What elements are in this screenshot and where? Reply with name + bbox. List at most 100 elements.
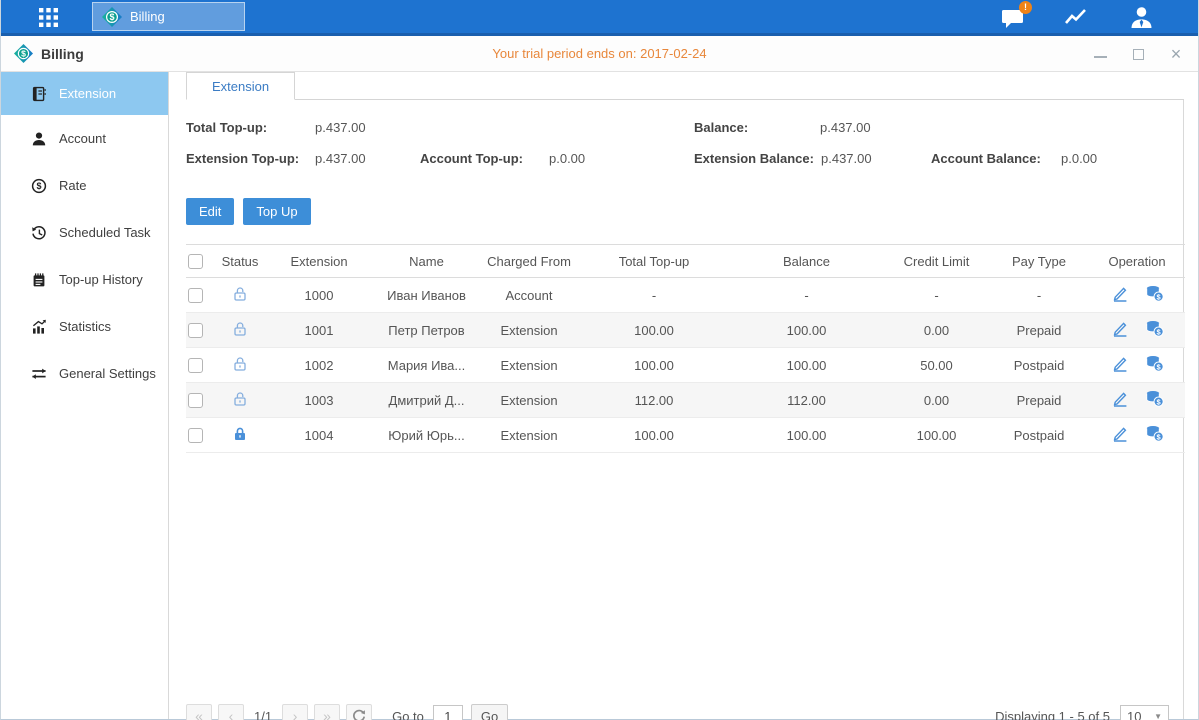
- edit-row-icon[interactable]: [1111, 391, 1129, 410]
- edit-row-icon[interactable]: [1111, 426, 1129, 445]
- col-pay-type: Pay Type: [989, 254, 1089, 269]
- edit-row-icon[interactable]: [1111, 286, 1129, 305]
- col-charged-from: Charged From: [479, 254, 579, 269]
- tab-extension[interactable]: Extension: [186, 72, 295, 100]
- col-operation: Operation: [1089, 254, 1185, 269]
- sidebar-item-extension[interactable]: Extension: [1, 72, 168, 115]
- user-account-icon[interactable]: [1126, 4, 1156, 32]
- goto-page-input[interactable]: [433, 705, 463, 720]
- total-topup-label: Total Top-up:: [186, 120, 267, 135]
- cell-credit-limit: 100.00: [884, 428, 989, 443]
- col-status: Status: [216, 254, 264, 269]
- cell-name: Мария Ива...: [374, 358, 479, 373]
- cell-pay-type: Postpaid: [989, 358, 1089, 373]
- prev-page-button[interactable]: ‹: [218, 704, 244, 720]
- general-settings-icon: [31, 366, 47, 382]
- sidebar-item-account[interactable]: Account: [1, 115, 168, 162]
- sidebar-item-topup-history[interactable]: Top-up History: [1, 256, 168, 303]
- extension-table: Status Extension Name Charged From Total…: [186, 244, 1185, 453]
- edit-row-icon[interactable]: [1111, 321, 1129, 340]
- col-balance: Balance: [729, 254, 884, 269]
- close-button[interactable]: ×: [1168, 46, 1184, 62]
- monitor-chart-icon[interactable]: [1062, 4, 1092, 32]
- topup-row-icon[interactable]: [1145, 285, 1164, 305]
- cell-extension: 1003: [264, 393, 374, 408]
- cell-extension: 1000: [264, 288, 374, 303]
- topup-button[interactable]: Top Up: [243, 198, 310, 225]
- sidebar-item-general-settings[interactable]: General Settings: [1, 350, 168, 397]
- trial-notice: Your trial period ends on: 2017-02-24: [492, 46, 706, 61]
- cell-credit-limit: 0.00: [884, 393, 989, 408]
- cell-charged-from: Extension: [479, 393, 579, 408]
- extension-topup-label: Extension Top-up:: [186, 151, 299, 166]
- cell-balance: 100.00: [729, 428, 884, 443]
- sidebar-item-statistics[interactable]: Statistics: [1, 303, 168, 350]
- table-row: 1004 Юрий Юрь... Extension 100.00 100.00…: [186, 418, 1185, 453]
- cell-pay-type: Prepaid: [989, 393, 1089, 408]
- cell-total-topup: 112.00: [579, 393, 729, 408]
- topup-row-icon[interactable]: [1145, 425, 1164, 445]
- balance-label: Balance:: [694, 120, 748, 135]
- cell-pay-type: Postpaid: [989, 428, 1089, 443]
- refresh-button[interactable]: [346, 704, 372, 720]
- last-page-button[interactable]: »: [314, 704, 340, 720]
- billing-app-window: Billing !: [0, 0, 1199, 720]
- extension-icon: [31, 86, 47, 102]
- row-checkbox[interactable]: [188, 393, 203, 408]
- app-grid-icon[interactable]: [39, 8, 58, 32]
- topup-row-icon[interactable]: [1145, 390, 1164, 410]
- extension-topup-value: p.437.00: [315, 151, 366, 166]
- cell-charged-from: Extension: [479, 428, 579, 443]
- sidebar: Extension Account $ Rate: [1, 72, 169, 719]
- pagination-bar: « ‹ 1/1 › » Go to Go Displa: [186, 703, 1169, 720]
- chat-icon[interactable]: !: [998, 4, 1028, 32]
- cell-total-topup: 100.00: [579, 358, 729, 373]
- unlocked-icon: [216, 391, 264, 410]
- window-controls: ×: [1092, 36, 1184, 72]
- navbar-right-icons: !: [998, 4, 1156, 32]
- balance-summary: Total Top-up: p.437.00 Balance: p.437.00…: [186, 118, 1182, 184]
- navbar-billing-tab-label: Billing: [130, 9, 165, 24]
- edit-button[interactable]: Edit: [186, 198, 234, 225]
- sidebar-item-label: Extension: [59, 86, 116, 101]
- cell-name: Юрий Юрь...: [374, 428, 479, 443]
- row-checkbox[interactable]: [188, 358, 203, 373]
- select-all-checkbox[interactable]: [188, 254, 203, 269]
- svg-text:$: $: [36, 181, 41, 191]
- cell-name: Петр Петров: [374, 323, 479, 338]
- page-size-value: 10: [1127, 709, 1141, 720]
- topup-row-icon[interactable]: [1145, 355, 1164, 375]
- sidebar-item-label: Top-up History: [59, 272, 143, 287]
- cell-total-topup: 100.00: [579, 323, 729, 338]
- maximize-button[interactable]: [1130, 46, 1146, 62]
- chevron-down-icon: ▼: [1154, 712, 1162, 720]
- sidebar-item-rate[interactable]: $ Rate: [1, 162, 168, 209]
- rate-icon: $: [31, 178, 47, 194]
- sidebar-item-label: Scheduled Task: [59, 225, 151, 240]
- navbar-billing-tab[interactable]: Billing: [92, 2, 245, 31]
- sidebar-item-label: General Settings: [59, 366, 156, 381]
- statistics-icon: [31, 319, 47, 335]
- sidebar-item-scheduled-task[interactable]: Scheduled Task: [1, 209, 168, 256]
- col-credit-limit: Credit Limit: [884, 254, 989, 269]
- row-checkbox[interactable]: [188, 323, 203, 338]
- cell-charged-from: Extension: [479, 323, 579, 338]
- col-name: Name: [374, 254, 479, 269]
- col-extension: Extension: [264, 254, 374, 269]
- topup-row-icon[interactable]: [1145, 320, 1164, 340]
- billing-diamond-icon: [102, 7, 122, 27]
- cell-credit-limit: 50.00: [884, 358, 989, 373]
- row-checkbox[interactable]: [188, 428, 203, 443]
- row-checkbox[interactable]: [188, 288, 203, 303]
- go-button[interactable]: Go: [471, 704, 508, 720]
- page-size-select[interactable]: 10 ▼: [1120, 705, 1169, 720]
- locked-icon: [216, 426, 264, 445]
- cell-extension: 1001: [264, 323, 374, 338]
- cell-total-topup: -: [579, 288, 729, 303]
- minimize-button[interactable]: [1092, 46, 1108, 62]
- displaying-text: Displaying 1 - 5 of 5: [995, 709, 1110, 720]
- cell-pay-type: Prepaid: [989, 323, 1089, 338]
- edit-row-icon[interactable]: [1111, 356, 1129, 375]
- next-page-button[interactable]: ›: [282, 704, 308, 720]
- first-page-button[interactable]: «: [186, 704, 212, 720]
